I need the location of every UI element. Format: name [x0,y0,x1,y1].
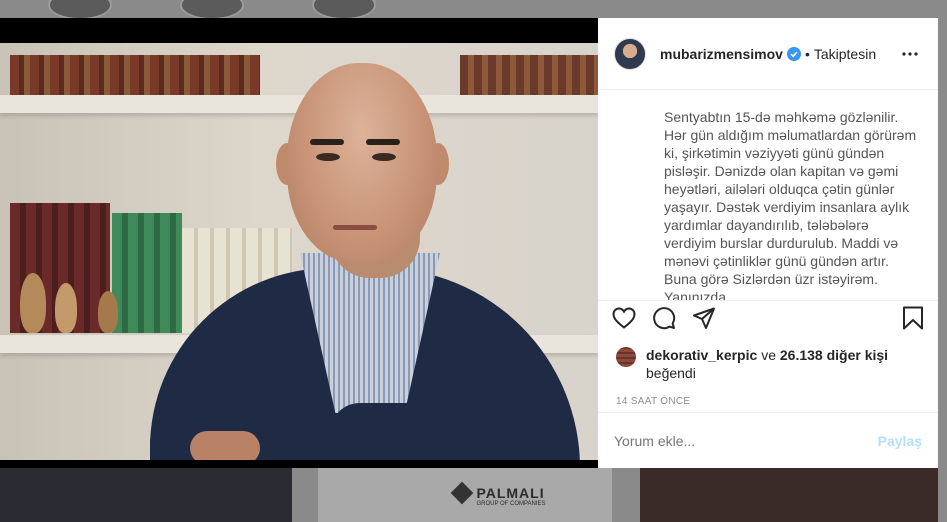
person-hand [190,431,260,460]
mouth [333,225,377,230]
books [112,213,182,333]
eyebrow [310,139,344,145]
following-button[interactable]: Takiptesin [814,46,876,62]
action-bar [598,300,938,340]
likes-summary: dekorativ_kerpic ve 26.138 diğer kişi be… [598,340,938,382]
caption-text: Sentyabtın 15-də məhkəmə gözlənilir. Hər… [664,109,917,300]
separator-dot: • [804,45,810,62]
verified-badge-icon [786,46,801,61]
story-highlight[interactable] [312,0,376,20]
story-highlight[interactable] [180,0,244,20]
liker-avatar[interactable] [616,347,636,367]
books [460,55,598,95]
books [10,55,260,95]
person-head [287,63,437,263]
grid-post-thumbnail[interactable]: PALMALI GROUP OF COMPANIES [318,466,612,522]
figurine [55,283,77,333]
post-image[interactable] [0,43,598,460]
share-icon[interactable] [692,307,716,334]
story-highlight[interactable] [48,0,112,20]
author-username[interactable]: mubarizmensimov [660,46,783,62]
grid-post-thumbnail[interactable] [0,466,292,522]
figurine [20,273,46,333]
heart-icon[interactable] [612,307,636,334]
avatar[interactable] [614,37,646,70]
palmali-logo: PALMALI GROUP OF COMPANIES [451,481,546,507]
figurine [98,291,118,333]
grid-post-thumbnail[interactable] [640,466,938,522]
palmali-logo-mark [451,481,474,505]
likes-count-link[interactable]: 26.138 diğer kişi [780,347,888,363]
comment-input[interactable] [614,432,878,449]
post-timestamp[interactable]: 14 SAAT ÖNCE [598,382,938,407]
caption-area: Sentyabtın 15-də məhkəmə gözlənilir. Hər… [598,90,938,300]
author-line: mubarizmensimov • Takiptesin [660,46,876,62]
bookmark-icon[interactable] [902,306,924,335]
likes-suffix: beğendi [646,365,696,381]
likes-connector: ve [761,347,776,363]
post-header: mubarizmensimov • Takiptesin [598,18,938,90]
post-modal: mubarizmensimov • Takiptesin Sentyabtın … [0,18,938,468]
comment-icon[interactable] [652,306,676,335]
eye [372,153,396,161]
post-comment-button[interactable]: Paylaş [878,433,922,449]
comment-bar: Paylaş [598,412,938,468]
person-arm [330,403,560,460]
eyebrow [366,139,400,145]
liker-username[interactable]: dekorativ_kerpic [646,347,757,363]
post-side-panel: mubarizmensimov • Takiptesin Sentyabtın … [598,18,938,468]
eye [316,153,340,161]
more-options-icon[interactable] [898,42,922,66]
